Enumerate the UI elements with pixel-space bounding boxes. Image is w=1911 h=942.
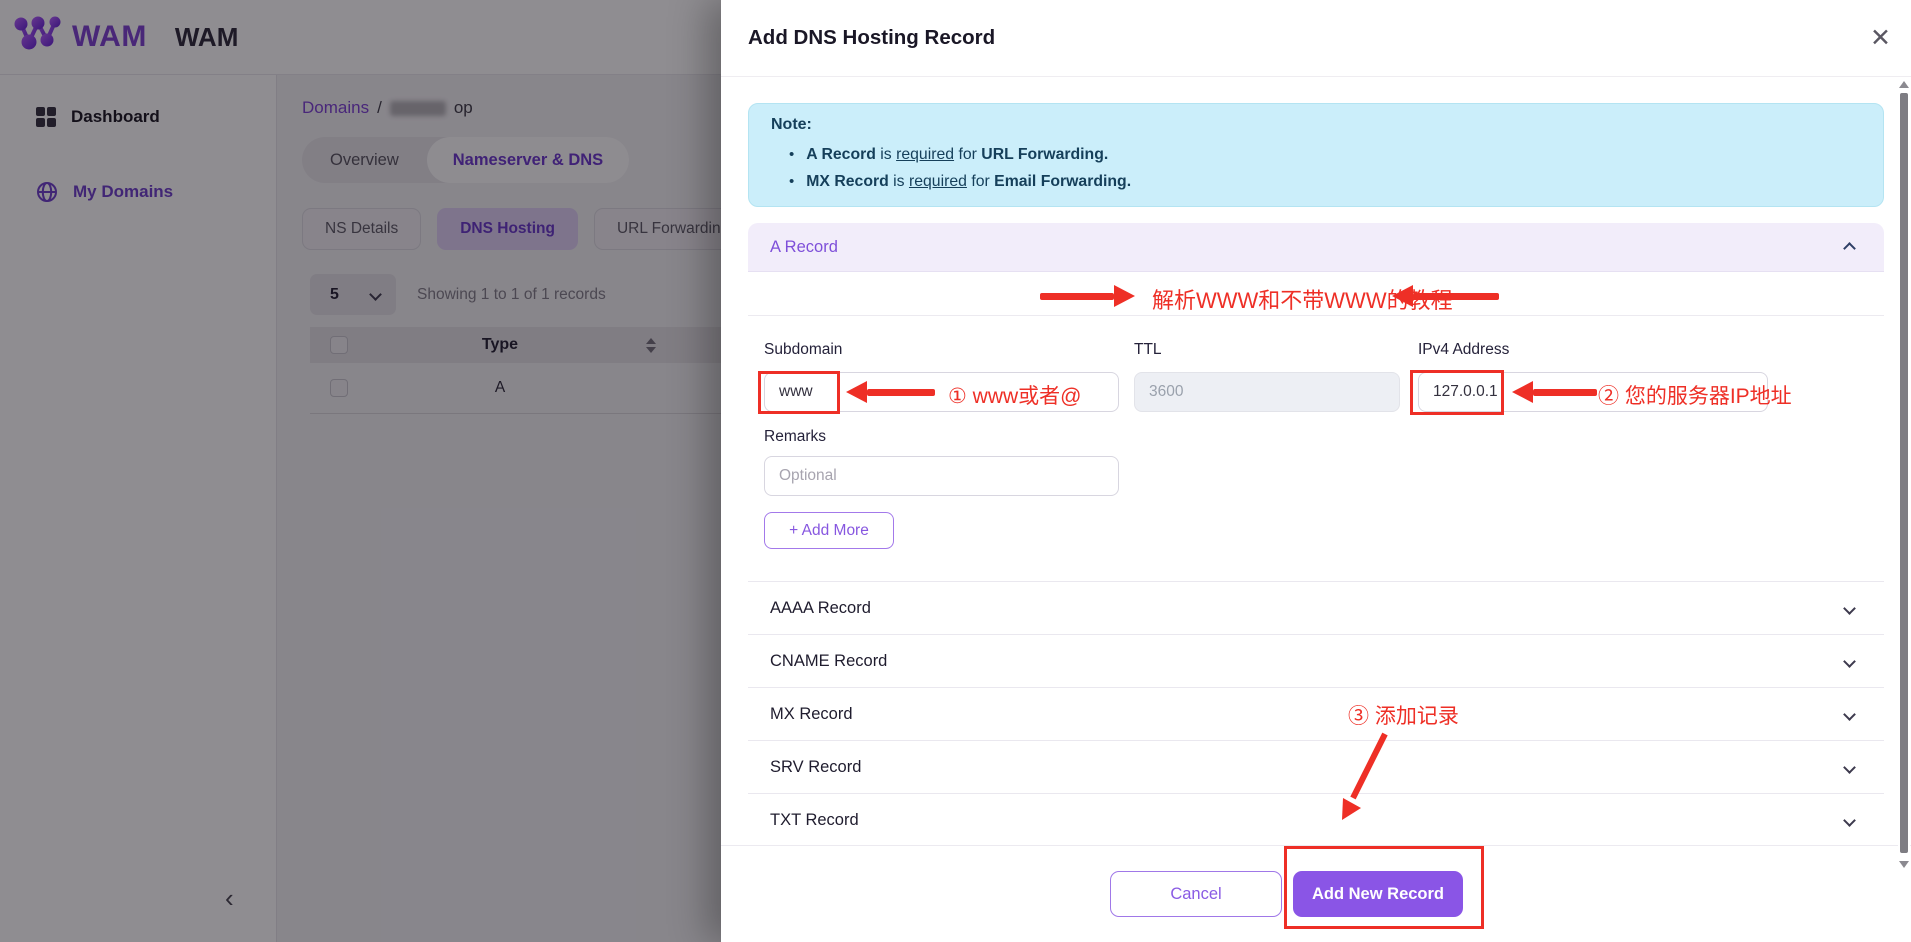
chevron-down-icon	[1843, 708, 1856, 721]
add-more-button[interactable]: + Add More	[764, 512, 894, 549]
chevron-down-icon	[1843, 655, 1856, 668]
srv-record-accordion[interactable]: SRV Record	[748, 740, 1884, 793]
annotation-arrow-step2	[1512, 381, 1597, 403]
ipv4-label: IPv4 Address	[1418, 341, 1509, 359]
annotation-arrow-left	[1392, 285, 1499, 307]
a-record-accordion-header[interactable]: A Record	[748, 223, 1884, 272]
txt-record-accordion[interactable]: TXT Record	[748, 793, 1884, 846]
subdomain-label: Subdomain	[764, 341, 842, 359]
close-icon[interactable]: ✕	[1866, 22, 1895, 55]
mx-record-accordion[interactable]: MX Record	[748, 687, 1884, 740]
annotation-step3-text: ③ 添加记录	[1348, 700, 1459, 730]
annotation-box-ip	[1410, 370, 1504, 415]
annotation-step1-text: ① www或者@	[948, 380, 1081, 410]
annotation-arrow-right	[1040, 285, 1135, 307]
remarks-label: Remarks	[764, 428, 826, 446]
note-title: Note:	[771, 116, 1861, 134]
chevron-down-icon	[1843, 761, 1856, 774]
scrollbar-thumb[interactable]	[1900, 93, 1908, 853]
scroll-down-icon[interactable]	[1899, 861, 1909, 868]
ttl-input	[1134, 372, 1400, 412]
aaaa-record-accordion[interactable]: AAAA Record	[748, 581, 1884, 634]
ttl-label: TTL	[1134, 341, 1162, 359]
modal-title: Add DNS Hosting Record	[748, 26, 995, 50]
chevron-down-icon	[1843, 602, 1856, 615]
note-item: •MX Record is required for Email Forward…	[789, 168, 1861, 195]
note-box: Note: •A Record is required for URL Forw…	[748, 103, 1884, 207]
annotation-arrow-step1	[846, 381, 935, 403]
chevron-up-icon	[1843, 242, 1856, 255]
modal-header: Add DNS Hosting Record ✕	[721, 0, 1911, 77]
note-item: •A Record is required for URL Forwarding…	[789, 141, 1861, 168]
a-record-title: A Record	[770, 238, 838, 257]
cancel-button[interactable]: Cancel	[1110, 871, 1282, 917]
annotation-box-submit	[1284, 846, 1484, 929]
remarks-input[interactable]	[764, 456, 1119, 496]
annotation-step2-text: ② 您的服务器IP地址	[1598, 380, 1792, 410]
add-dns-record-modal: Add DNS Hosting Record ✕ Note: •A Record…	[721, 0, 1911, 942]
chevron-down-icon	[1843, 814, 1856, 827]
cname-record-accordion[interactable]: CNAME Record	[748, 634, 1884, 687]
scroll-up-icon[interactable]	[1899, 81, 1909, 88]
annotation-arrow-step3	[1325, 728, 1405, 828]
screen: WAM WAM Dashboard My Domains ‹ Domains /…	[0, 0, 1911, 942]
modal-scrollbar	[1898, 77, 1910, 942]
record-accordions: AAAA Record CNAME Record MX Record SRV R…	[748, 581, 1884, 846]
annotation-box-www	[758, 371, 840, 414]
divider	[748, 315, 1884, 316]
